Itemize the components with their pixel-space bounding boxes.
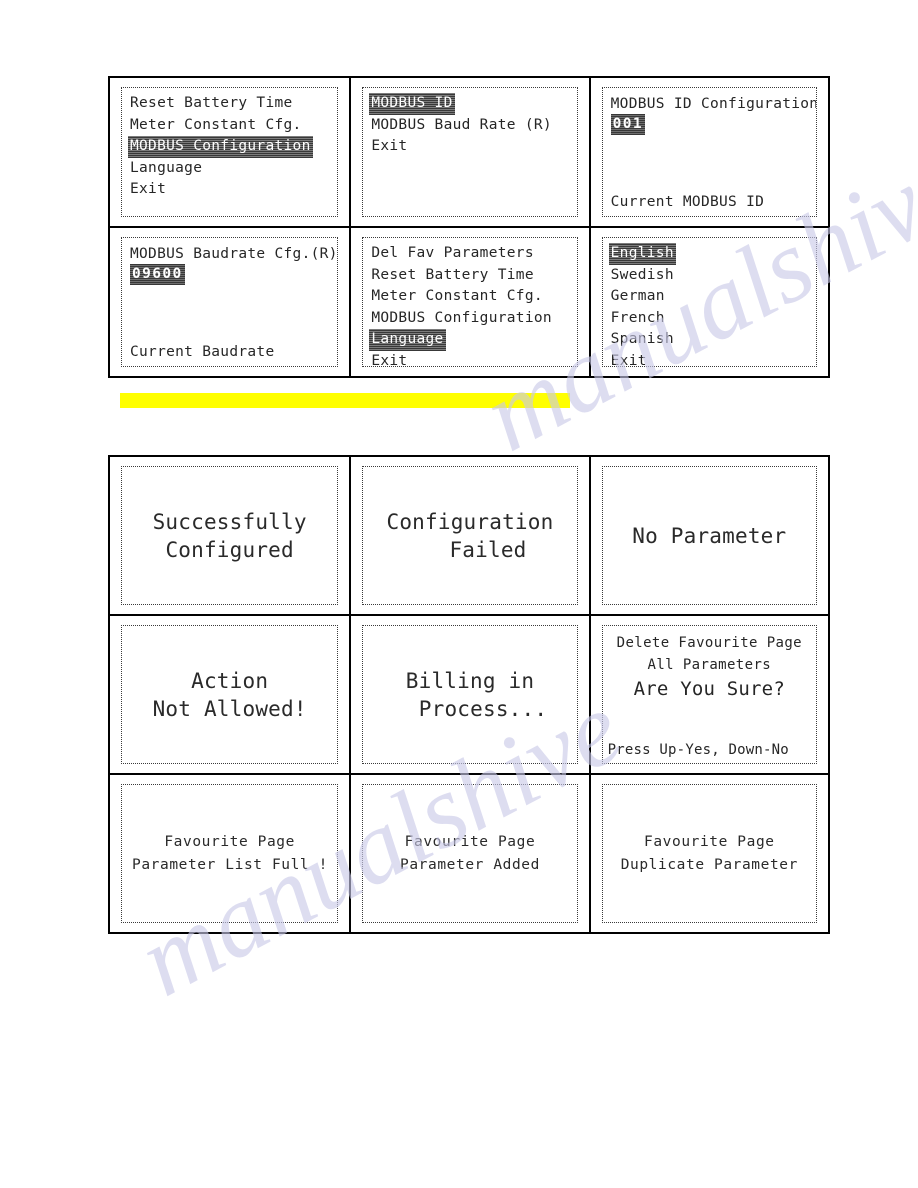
menu-item[interactable]: Exit xyxy=(609,351,649,367)
main-menu-modbus-configuration[interactable]: Reset Battery Time Meter Constant Cfg. MOD… xyxy=(121,87,339,217)
table-cell: MODBUS ID MODBUS Baud Rate (R) Exit xyxy=(349,78,588,226)
table-cell: Successfully Configured xyxy=(110,457,349,614)
message-line: Favourite Page xyxy=(644,833,775,850)
table-cell: Favourite Page Duplicate Parameter xyxy=(588,775,828,932)
table-cell: MODBUS Baudrate Cfg.(R) 09600 Current Baud… xyxy=(110,228,349,376)
menu-item-selected[interactable]: MODBUS Configuration xyxy=(128,136,313,158)
message-line: Successfully xyxy=(152,509,307,534)
table-cell: Reset Battery Time Meter Constant Cfg. MOD… xyxy=(110,78,349,226)
menu-item[interactable]: Spanish xyxy=(609,329,676,351)
message-block: No Parameter xyxy=(603,522,816,550)
message-line: Parameter Added xyxy=(400,856,540,873)
message-block: Billing in Process... xyxy=(363,667,576,723)
message-line: Parameter List Full ! xyxy=(132,856,328,873)
value-spacer xyxy=(609,135,816,192)
message-line: Favourite Page xyxy=(404,833,536,850)
message-delete-favourite-confirm[interactable]: Delete Favourite Page All Parameters Are Y… xyxy=(601,625,817,764)
message-screens-table: Successfully Configured Configuration Faile… xyxy=(108,455,830,934)
confirm-line: All Parameters xyxy=(647,657,772,673)
message-line: Action xyxy=(191,668,269,693)
message-line: No Parameter xyxy=(632,523,787,548)
table-cell: No Parameter xyxy=(588,457,828,614)
message-block: Favourite Page Parameter List Full ! xyxy=(122,831,337,877)
message-favourite-list-full: Favourite Page Parameter List Full ! xyxy=(121,784,339,923)
message-line: Favourite Page xyxy=(164,833,295,850)
menu-item-selected[interactable]: English xyxy=(608,243,676,265)
table-row: Successfully Configured Configuration Faile… xyxy=(110,457,828,614)
message-line: Configured xyxy=(165,537,294,562)
menu-item[interactable]: Reset Battery Time xyxy=(128,93,295,115)
message-line: Process... xyxy=(418,696,548,721)
table-cell: Action Not Allowed! xyxy=(110,616,349,773)
menu-item[interactable]: German xyxy=(609,286,667,308)
value-field[interactable]: 09600 xyxy=(130,264,185,285)
main-menu-language[interactable]: Del Fav Parameters Reset Battery Time Mete… xyxy=(362,237,578,367)
table-cell: Configuration Failed xyxy=(349,457,588,614)
value-screen-footer: Current Baudrate xyxy=(130,344,275,360)
modbus-id-configuration[interactable]: MODBUS ID Configuration 001 Current MODBUS… xyxy=(601,87,817,217)
message-block: Favourite Page Parameter Added xyxy=(363,831,576,877)
menu-item[interactable]: Exit xyxy=(128,179,168,201)
table-row: Action Not Allowed! Billing in Process... De… xyxy=(110,614,828,773)
table-cell: Favourite Page Parameter List Full ! xyxy=(110,775,349,932)
value-screen-title: MODBUS Baudrate Cfg.(R) xyxy=(130,246,338,262)
menu-item[interactable]: Meter Constant Cfg. xyxy=(128,115,304,137)
menu-item[interactable]: French xyxy=(609,308,667,330)
message-line: Duplicate Parameter xyxy=(620,856,798,873)
menu-item[interactable]: MODBUS Baud Rate (R) xyxy=(369,115,554,137)
table-cell: English Swedish German French Spanish Exit xyxy=(588,228,828,376)
menu-item[interactable]: Language xyxy=(128,158,204,180)
message-line: Configuration xyxy=(386,509,554,534)
menu-item[interactable]: MODBUS Configuration xyxy=(369,308,554,330)
message-action-not-allowed: Action Not Allowed! xyxy=(121,625,339,764)
menu-item[interactable]: Exit xyxy=(369,351,409,367)
confirm-emphasis: Are You Sure? xyxy=(633,678,785,700)
message-block: Successfully Configured xyxy=(122,508,337,564)
menu-item[interactable]: Exit xyxy=(369,136,409,158)
table-cell: Del Fav Parameters Reset Battery Time Mete… xyxy=(349,228,588,376)
value-spacer xyxy=(128,285,337,342)
language-menu[interactable]: English Swedish German French Spanish Exit xyxy=(601,237,817,367)
menu-screens-table: Reset Battery Time Meter Constant Cfg. MOD… xyxy=(108,76,830,378)
message-configuration-failed: Configuration Failed xyxy=(362,466,578,605)
yellow-highlight-bar xyxy=(120,393,570,408)
value-screen-title: MODBUS ID Configuration xyxy=(610,96,817,112)
message-successfully-configured: Successfully Configured xyxy=(121,466,339,605)
message-line: Not Allowed! xyxy=(152,696,307,721)
value-screen-footer: Current MODBUS ID xyxy=(610,194,765,210)
table-cell: MODBUS ID Configuration 001 Current MODBUS… xyxy=(588,78,828,226)
table-cell: Delete Favourite Page All Parameters Are Y… xyxy=(588,616,828,773)
message-billing-in-process: Billing in Process... xyxy=(362,625,578,764)
table-cell: Favourite Page Parameter Added xyxy=(349,775,588,932)
modbus-submenu[interactable]: MODBUS ID MODBUS Baud Rate (R) Exit xyxy=(362,87,578,217)
menu-item[interactable]: Swedish xyxy=(609,265,676,287)
menu-item[interactable]: Del Fav Parameters xyxy=(369,243,536,265)
menu-item-selected[interactable]: Language xyxy=(369,329,446,351)
message-block: Action Not Allowed! xyxy=(122,667,337,723)
value-field[interactable]: 001 xyxy=(610,114,646,135)
table-row: MODBUS Baudrate Cfg.(R) 09600 Current Baud… xyxy=(110,226,828,376)
message-favourite-duplicate-parameter: Favourite Page Duplicate Parameter xyxy=(601,784,817,923)
message-block: Favourite Page Duplicate Parameter xyxy=(603,831,816,877)
message-no-parameter: No Parameter xyxy=(601,466,817,605)
menu-item-selected[interactable]: MODBUS ID xyxy=(369,93,455,115)
table-row: Reset Battery Time Meter Constant Cfg. MOD… xyxy=(110,78,828,226)
message-favourite-parameter-added: Favourite Page Parameter Added xyxy=(362,784,578,923)
table-row: Favourite Page Parameter List Full ! Favou… xyxy=(110,773,828,932)
message-line: Failed xyxy=(449,537,527,562)
table-cell: Billing in Process... xyxy=(349,616,588,773)
confirm-line: Delete Favourite Page xyxy=(616,635,803,651)
confirm-footer-hint: Press Up-Yes, Down-No xyxy=(607,742,789,758)
menu-item[interactable]: Reset Battery Time xyxy=(369,265,536,287)
modbus-baudrate-configuration[interactable]: MODBUS Baudrate Cfg.(R) 09600 Current Baud… xyxy=(121,237,339,367)
menu-item[interactable]: Meter Constant Cfg. xyxy=(369,286,545,308)
message-block: Configuration Failed xyxy=(363,508,576,564)
message-line: Billing in xyxy=(405,668,535,693)
